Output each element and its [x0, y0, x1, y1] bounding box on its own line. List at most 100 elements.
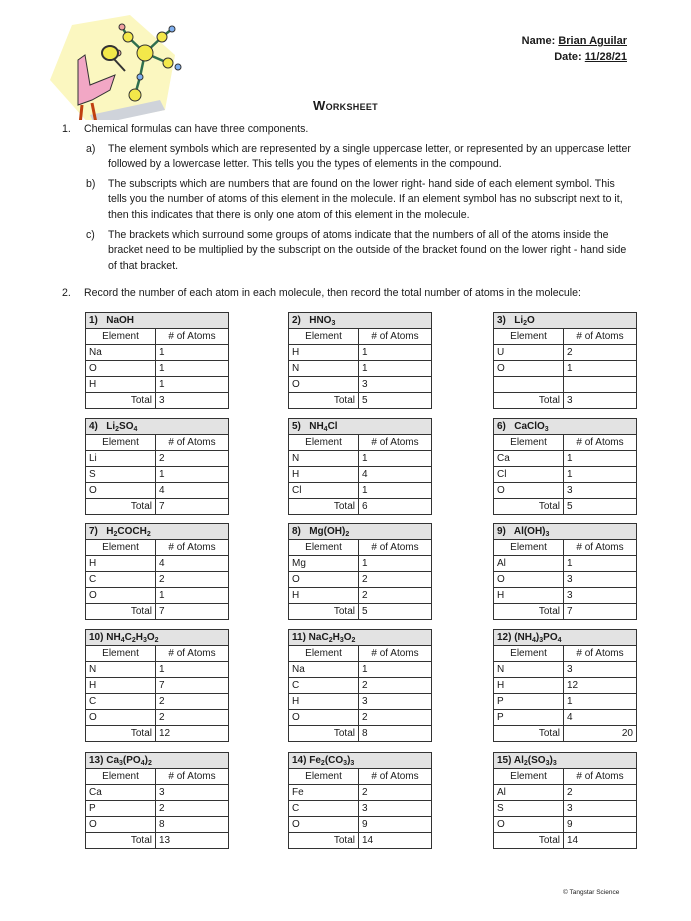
molecule-table: 10) NH4C2H3O2 Element # of Atoms N 1 H 7 C 2 O 2 To…: [85, 629, 229, 742]
atom-count-cell: 2: [155, 450, 229, 467]
total-label: Total: [493, 725, 564, 742]
column-header-atoms: # of Atoms: [358, 768, 432, 785]
total-value: 7: [155, 603, 229, 620]
molecule-formula: 5) NH4Cl: [288, 418, 432, 435]
atom-count-cell: 3: [358, 376, 432, 393]
atom-count-cell: 2: [155, 709, 229, 726]
total-value: 3: [563, 392, 637, 409]
atom-count-cell: 1: [155, 376, 229, 393]
table-row: O2: [288, 709, 432, 726]
element-cell: Ca: [493, 450, 564, 467]
total-value: 3: [155, 392, 229, 409]
element-cell: H: [493, 677, 564, 694]
atom-count-cell: 3: [563, 661, 637, 678]
molecule-formula: 7) H2COCH2: [85, 523, 229, 540]
atom-count-cell: 3: [358, 693, 432, 710]
column-header-element: Element: [288, 539, 359, 556]
table-row: [493, 376, 637, 393]
table-row: H7: [85, 677, 229, 694]
total-value: 12: [155, 725, 229, 742]
table-row: U2: [493, 344, 637, 361]
element-cell: Al: [493, 555, 564, 572]
atom-count-cell: 3: [155, 784, 229, 801]
table-row: O3: [493, 571, 637, 588]
column-header-element: Element: [85, 768, 156, 785]
total-label: Total: [288, 498, 359, 515]
atom-count-cell: 3: [358, 800, 432, 817]
element-cell: O: [493, 571, 564, 588]
column-header-atoms: # of Atoms: [155, 768, 229, 785]
table-row: O1: [85, 360, 229, 377]
total-value: 6: [358, 498, 432, 515]
column-header-atoms: # of Atoms: [358, 539, 432, 556]
atom-count-cell: 2: [358, 677, 432, 694]
atom-count-cell: 1: [358, 661, 432, 678]
total-label: Total: [493, 603, 564, 620]
table-row: H3: [493, 587, 637, 604]
column-header-element: Element: [493, 768, 564, 785]
atom-count-cell: 4: [358, 466, 432, 483]
column-header-element: Element: [85, 539, 156, 556]
element-cell: S: [85, 466, 156, 483]
column-header-atoms: # of Atoms: [563, 328, 637, 345]
table-row: Cl 1: [493, 466, 637, 483]
table-row: O1: [493, 360, 637, 377]
molecule-table: 11) NaC2H3O2 Element # of Atoms Na 1 C 2 H 3 O 2 To…: [288, 629, 432, 742]
table-row: C2: [85, 693, 229, 710]
total-label: Total: [85, 603, 156, 620]
atom-count-cell: 1: [563, 693, 637, 710]
table-row: H3: [288, 693, 432, 710]
atom-count-cell: 2: [155, 693, 229, 710]
column-header-atoms: # of Atoms: [155, 539, 229, 556]
table-row: O3: [493, 482, 637, 499]
copyright: © Tangstar Science: [563, 889, 620, 896]
total-value: 20: [563, 725, 637, 742]
table-row: Li 2: [85, 450, 229, 467]
table-row: Na 1: [85, 344, 229, 361]
molecule-table: 7) H2COCH2 Element # of Atoms H 4 C 2 O 1 Total 7: [85, 523, 229, 620]
column-header-atoms: # of Atoms: [155, 328, 229, 345]
column-header-element: Element: [85, 434, 156, 451]
element-cell: Cl: [288, 482, 359, 499]
atom-count-cell: 9: [358, 816, 432, 833]
atom-count-cell: 3: [563, 571, 637, 588]
molecule-table: 8) Mg(OH)2 Element # of Atoms Mg 1 O 2 H 2 Total 5: [288, 523, 432, 620]
element-cell: O: [85, 816, 156, 833]
table-row: O3: [288, 376, 432, 393]
element-cell: O: [85, 360, 156, 377]
atom-count-cell: 2: [155, 800, 229, 817]
molecule-formula: 10) NH4C2H3O2: [85, 629, 229, 646]
element-cell: O: [85, 482, 156, 499]
molecule-formula: 9) Al(OH)3: [493, 523, 637, 540]
sub-item-a: a) The element symbols which are represen…: [86, 142, 631, 171]
table-row: H 12: [493, 677, 637, 694]
column-header-atoms: # of Atoms: [563, 645, 637, 662]
column-header-element: Element: [288, 768, 359, 785]
atom-count-cell: 2: [358, 571, 432, 588]
element-cell: P: [493, 709, 564, 726]
atom-count-cell: 3: [563, 482, 637, 499]
element-cell: U: [493, 344, 564, 361]
element-cell: N: [288, 450, 359, 467]
total-value: 13: [155, 832, 229, 849]
total-label: Total: [85, 832, 156, 849]
date-value: 11/28/21: [584, 51, 627, 63]
question-number: 1.: [62, 123, 71, 135]
molecule-table: 3) Li2O Element # of Atoms U 2 O 1 Total 3: [493, 312, 637, 409]
column-header-element: Element: [288, 645, 359, 662]
table-row: N1: [288, 360, 432, 377]
name-line: Name: Brian Aguilar: [521, 35, 627, 47]
element-cell: H: [85, 376, 156, 393]
table-row: O4: [85, 482, 229, 499]
element-cell: O: [493, 816, 564, 833]
column-header-atoms: # of Atoms: [155, 434, 229, 451]
molecule-formula: 11) NaC2H3O2: [288, 629, 432, 646]
atom-count-cell: 1: [155, 360, 229, 377]
element-cell: N: [288, 360, 359, 377]
element-cell: Li: [85, 450, 156, 467]
question-1: 1. Chemical formulas can have three comp…: [62, 122, 632, 274]
element-cell: P: [493, 693, 564, 710]
atom-count-cell: [563, 376, 637, 393]
table-row: H4: [85, 555, 229, 572]
atom-count-cell: 1: [563, 466, 637, 483]
